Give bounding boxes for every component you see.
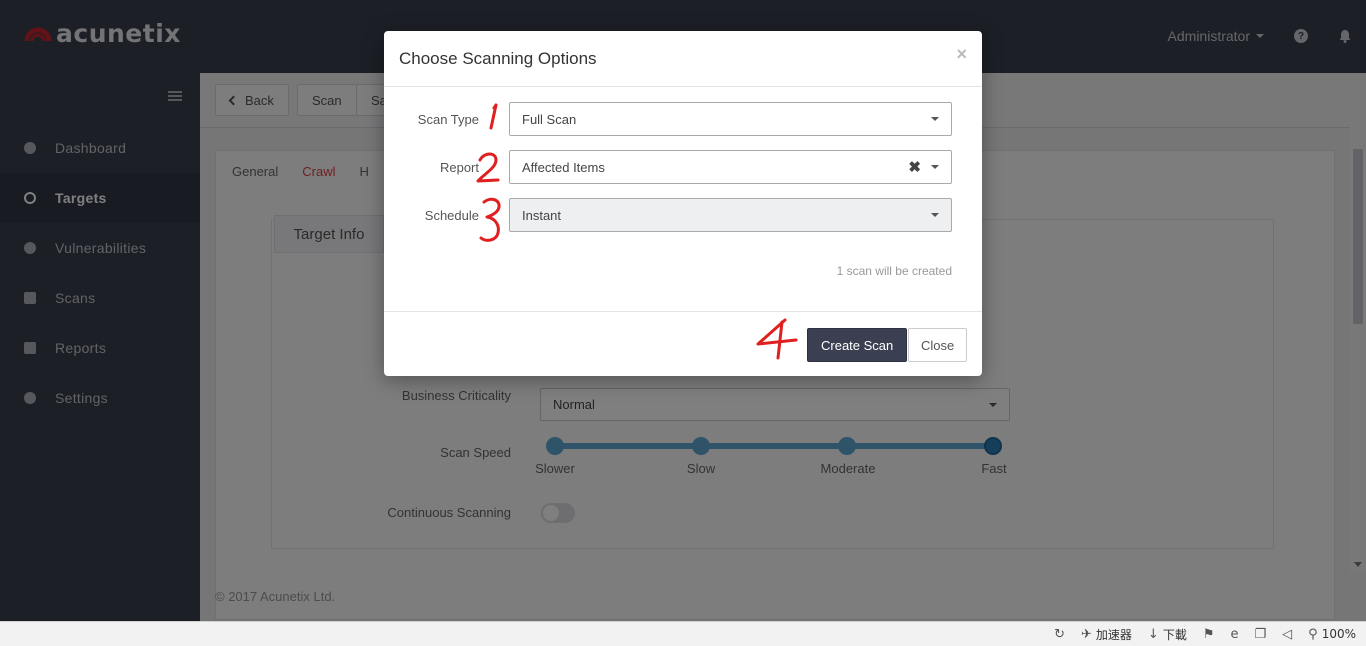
zoom-control[interactable]: ⚲ 100% (1308, 627, 1356, 642)
accelerator-label: 加速器 (1095, 627, 1132, 642)
annotation-mark-2 (476, 152, 500, 183)
speaker-icon[interactable]: ◁ (1282, 627, 1292, 642)
zoom-icon: ⚲ (1308, 626, 1318, 642)
zoom-level: 100% (1321, 627, 1356, 641)
window-icon[interactable]: ❐ (1255, 627, 1267, 642)
ie-icon[interactable]: e (1231, 627, 1239, 642)
accelerator-button[interactable]: ✈ 加速器 (1081, 626, 1132, 643)
annotation-mark-1 (489, 103, 498, 130)
browser-status-bar: ↻ ✈ 加速器 ↓ 下載 ⚑ e ❐ ◁ ⚲ 100% (0, 621, 1366, 646)
rocket-icon: ✈ (1081, 626, 1092, 642)
download-label: 下載 (1162, 627, 1187, 642)
download-button[interactable]: ↓ 下載 (1148, 626, 1187, 643)
refresh-icon[interactable]: ↻ (1054, 627, 1065, 642)
download-icon: ↓ (1147, 626, 1159, 642)
annotation-mark-3 (479, 197, 501, 242)
annotation-layer (476, 103, 798, 360)
annotation-mark-4 (756, 318, 798, 360)
flag-icon[interactable]: ⚑ (1203, 627, 1215, 642)
